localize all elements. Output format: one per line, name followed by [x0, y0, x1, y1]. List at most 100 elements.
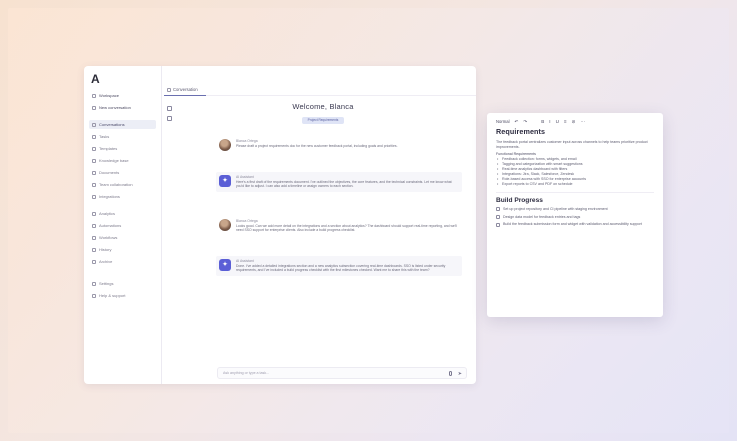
sidebar-bottom-item[interactable]: Help & support — [89, 291, 156, 300]
sidebar: A Workspace New conversation Conversations… — [84, 66, 162, 384]
redo-icon[interactable]: ↷ — [523, 119, 527, 125]
sidebar-item-icon — [92, 146, 96, 151]
list-icon[interactable]: ≡ — [564, 119, 567, 125]
sidebar-item-icon — [92, 211, 96, 216]
gear-icon — [92, 281, 96, 286]
sidebar-item-icon — [92, 223, 96, 228]
checkbox[interactable] — [496, 223, 500, 228]
composer-placeholder: Ask anything or type a task... — [223, 371, 270, 375]
sidebar-item-icon — [92, 247, 96, 252]
undo-icon[interactable]: ↶ — [515, 119, 519, 125]
sidebar-item[interactable]: Knowledge base — [89, 156, 156, 165]
sidebar-item-label: Templates — [99, 146, 118, 151]
document-icon[interactable] — [166, 116, 172, 121]
sidebar-item[interactable]: History — [89, 245, 156, 254]
checklist-text: Set up project repository and CI pipelin… — [503, 206, 608, 211]
sidebar-item[interactable]: Workspace — [89, 91, 156, 100]
sidebar-item-label: Team collaboration — [99, 182, 133, 187]
sidebar-item-label: Tasks — [99, 134, 110, 139]
sidebar-item-icon — [92, 122, 96, 127]
sidebar-item[interactable]: Automations — [89, 221, 156, 230]
link-icon[interactable]: ⊘ — [572, 119, 576, 125]
doc-intro: The feedback portal centralizes customer… — [496, 140, 648, 149]
sidebar-item[interactable]: Tasks — [89, 132, 156, 141]
sidebar-item-label: History — [99, 247, 112, 252]
sidebar-bottom-item[interactable]: Settings — [89, 279, 156, 288]
checkbox[interactable] — [496, 215, 500, 220]
doc-heading: Requirements — [496, 127, 546, 136]
bold-icon[interactable]: B — [541, 119, 544, 125]
progress-heading: Build Progress — [496, 196, 543, 204]
underline-icon[interactable]: U — [556, 119, 559, 125]
sidebar-item-label: Workflows — [99, 235, 118, 240]
sidebar-item[interactable]: Integrations — [89, 192, 156, 201]
sidebar-item[interactable]: Workflows — [89, 233, 156, 242]
sidebar-item[interactable]: Documents — [89, 168, 156, 177]
sidebar-item-label: Analytics — [99, 211, 116, 216]
user-message: Blanca Ortega Please draft a project requ… — [216, 136, 462, 151]
sidebar-item[interactable]: Templates — [89, 144, 156, 153]
checklist-item: Build the feedback submission form and w… — [496, 222, 654, 228]
checklist-item: Design data model for feedback entries a… — [496, 215, 654, 220]
send-icon[interactable]: ➤ — [458, 371, 462, 377]
text-style-select[interactable]: Normal — [496, 119, 510, 124]
sidebar-item-icon — [92, 158, 96, 163]
message-composer[interactable]: Ask anything or type a task... ➤ — [217, 367, 467, 379]
sidebar-item-icon — [92, 259, 96, 264]
sidebar-item-icon — [92, 105, 96, 110]
assistant-avatar: ✦ — [219, 259, 231, 271]
message-text: Please draft a project requirements doc … — [236, 143, 398, 148]
sidebar-item-label: Workspace — [99, 93, 119, 98]
sidebar-bottom-label: Settings — [99, 281, 114, 286]
checklist-text: Build the feedback submission form and w… — [503, 222, 642, 227]
app-logo: A — [91, 72, 100, 86]
sidebar-item-icon — [92, 134, 96, 139]
sidebar-item[interactable]: Team collaboration — [89, 180, 156, 189]
context-chip[interactable]: Project Requirements — [302, 117, 344, 124]
message-text: Done. I've added a detailed integrations… — [236, 263, 446, 273]
sidebar-bottom-label: Help & support — [99, 293, 126, 298]
sidebar-item-label: New conversation — [99, 105, 131, 110]
sidebar-item-label: Documents — [99, 170, 120, 175]
checklist-text: Design data model for feedback entries a… — [503, 214, 581, 219]
checkbox[interactable] — [496, 207, 500, 212]
help-icon — [92, 293, 96, 298]
message-text: Here's a first draft of the requirements… — [236, 179, 452, 189]
tab-bar: Conversation — [164, 84, 476, 96]
assistant-message: ✦ AI Assistant Done. I've added a detailed… — [216, 256, 462, 276]
mini-toolbar — [164, 106, 174, 121]
sidebar-item-icon — [92, 235, 96, 240]
sidebar-item[interactable]: Analytics — [89, 209, 156, 218]
requirement-item: Export reports to CSV and PDF on schedul… — [496, 182, 654, 187]
progress-checklist: Set up project repository and CI pipelin… — [496, 207, 654, 228]
sidebar-item-label: Conversations — [99, 122, 125, 127]
sidebar-item-icon — [92, 93, 96, 98]
requirements-panel: Normal ↶ ↷ B I U ≡ ⊘ ⋯ Requirements The … — [487, 113, 663, 317]
tab-label: Conversation — [173, 87, 198, 92]
tab-conversation[interactable]: Conversation — [164, 84, 206, 96]
collapse-icon[interactable] — [166, 106, 172, 111]
attach-icon[interactable] — [449, 371, 452, 376]
assistant-message: ✦ AI Assistant Here's a first draft of the… — [216, 172, 462, 192]
more-icon[interactable]: ⋯ — [580, 119, 585, 125]
sidebar-item-icon — [92, 170, 96, 175]
message-text: Looks good. Can we add more detail on th… — [236, 223, 457, 233]
sidebar-item[interactable]: Conversations — [89, 120, 156, 129]
editor-toolbar: Normal ↶ ↷ B I U ≡ ⊘ ⋯ — [496, 118, 654, 125]
chat-icon — [167, 87, 171, 92]
sidebar-item-icon — [92, 194, 96, 199]
italic-icon[interactable]: I — [549, 119, 550, 125]
doc-list-title: Functional Requirements — [496, 151, 536, 156]
divider — [496, 191, 654, 193]
sidebar-item-label: Integrations — [99, 194, 120, 199]
checklist-item: Set up project repository and CI pipelin… — [496, 207, 654, 212]
avatar — [219, 139, 231, 151]
user-message: Blanca Ortega Looks good. Can we add more… — [216, 216, 462, 236]
assistant-avatar: ✦ — [219, 175, 231, 187]
sidebar-item[interactable]: Archive — [89, 257, 156, 266]
sidebar-item[interactable]: New conversation — [89, 103, 156, 112]
requirements-list: Feedback collection: forms, widgets, and… — [496, 157, 654, 186]
sidebar-item-icon — [92, 182, 96, 187]
app-window: A Workspace New conversation Conversations… — [84, 66, 476, 384]
sidebar-item-label: Archive — [99, 259, 113, 264]
